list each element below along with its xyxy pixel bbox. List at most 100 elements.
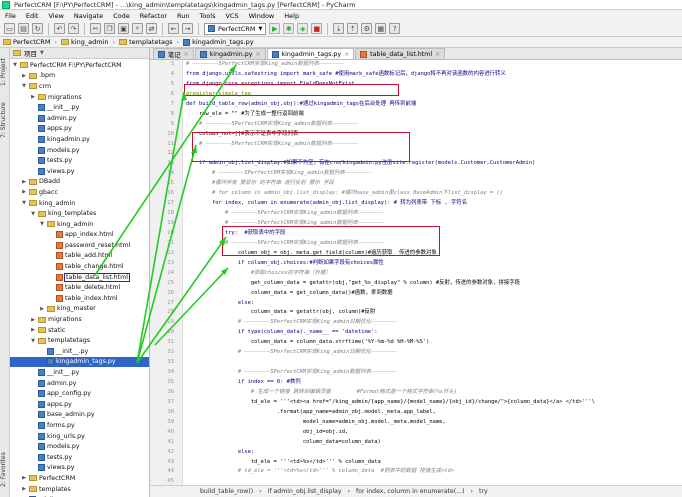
tree-item[interactable]: ▼ crm bbox=[10, 81, 149, 92]
expanded-arrow-icon[interactable]: ▼ bbox=[30, 211, 36, 217]
debug-icon[interactable]: ✱ bbox=[283, 23, 295, 34]
breadcrumb-scope[interactable]: if admin_obj.list_display bbox=[268, 488, 342, 495]
tree-item[interactable]: password_reset.html bbox=[10, 240, 149, 251]
breadcrumb-scope[interactable]: try bbox=[479, 488, 488, 495]
settings-icon[interactable]: ⚙ bbox=[361, 23, 373, 34]
tree-item[interactable]: base_admin.py bbox=[10, 410, 149, 421]
breadcrumb-scope[interactable]: build_table_row() bbox=[200, 488, 253, 495]
run-icon[interactable]: ▶ bbox=[269, 23, 281, 34]
tree-item[interactable]: apps.py bbox=[10, 124, 149, 135]
close-icon[interactable]: × bbox=[184, 51, 189, 58]
tree-item[interactable]: kingadmin.py bbox=[10, 134, 149, 145]
tree-item[interactable]: ▶ migrations bbox=[10, 314, 149, 325]
tree-item[interactable]: ▶ templates bbox=[10, 484, 149, 495]
save-all-icon[interactable]: ▤ bbox=[18, 23, 29, 34]
collapsed-arrow-icon[interactable]: ▶ bbox=[21, 475, 27, 481]
tree-item[interactable]: table_index.html bbox=[10, 293, 149, 304]
tree-item[interactable]: models.py bbox=[10, 441, 149, 452]
breadcrumb-scope[interactable]: for index, column in enumerate(...) bbox=[356, 488, 464, 495]
tree-item[interactable]: table_add.html bbox=[10, 251, 149, 262]
tree-item[interactable]: views.py bbox=[10, 463, 149, 474]
tree-item[interactable]: admin.py bbox=[10, 378, 149, 389]
tree-item[interactable]: ▶ DBadd bbox=[10, 177, 149, 188]
menu-item-vcs[interactable]: VCS bbox=[220, 12, 243, 20]
tree-item[interactable]: ▶ .bpm bbox=[10, 71, 149, 82]
tree-item[interactable]: ▶ king_master bbox=[10, 304, 149, 315]
menu-item-view[interactable]: View bbox=[43, 12, 68, 20]
tree-item[interactable]: __init__.py bbox=[10, 367, 149, 378]
tree-item[interactable]: kingadmin_tags.py bbox=[10, 356, 149, 368]
tree-item[interactable]: king_urls.py bbox=[10, 431, 149, 442]
menu-item-refactor[interactable]: Refactor bbox=[135, 12, 172, 20]
tree-item[interactable]: table_data_list.html bbox=[10, 272, 149, 283]
tree-item[interactable]: tests.py bbox=[10, 155, 149, 166]
cut-icon[interactable]: ✂ bbox=[90, 23, 101, 34]
help-icon[interactable]: ? bbox=[389, 23, 401, 34]
breadcrumb-item[interactable]: PerfectCRM › bbox=[3, 38, 61, 46]
breadcrumb-item[interactable]: king_admin › bbox=[61, 38, 119, 46]
stop-icon[interactable]: ■ bbox=[311, 23, 323, 34]
sync-icon[interactable]: ↻ bbox=[32, 23, 43, 34]
menu-item-run[interactable]: Run bbox=[172, 12, 194, 20]
collapsed-arrow-icon[interactable]: ▶ bbox=[21, 73, 27, 79]
tree-item[interactable]: __init__.py bbox=[10, 346, 149, 357]
tree-item[interactable]: admin.py bbox=[10, 113, 149, 124]
replace-icon[interactable]: ⇄ bbox=[146, 23, 157, 34]
close-icon[interactable]: × bbox=[255, 51, 260, 58]
editor-tab[interactable]: kingadmin.py × bbox=[194, 48, 266, 59]
collapsed-arrow-icon[interactable]: ▶ bbox=[21, 179, 27, 185]
tree-item[interactable]: models.py bbox=[10, 145, 149, 156]
tree-item[interactable]: ▼ king_admin bbox=[10, 219, 149, 230]
collapsed-arrow-icon[interactable]: ▶ bbox=[21, 486, 27, 492]
expanded-arrow-icon[interactable]: ▼ bbox=[30, 338, 36, 344]
menu-item-tools[interactable]: Tools bbox=[194, 12, 220, 20]
menu-item-help[interactable]: Help bbox=[279, 12, 304, 20]
code-view[interactable]: # ————————5PerfectCRM实现King_admin数据列表———… bbox=[184, 60, 682, 485]
expanded-arrow-icon[interactable]: ▼ bbox=[21, 200, 27, 206]
find-icon[interactable]: ⌕ bbox=[132, 23, 143, 34]
project-structure-icon[interactable]: ▦ bbox=[375, 23, 387, 34]
project-tool-tab[interactable]: 1: Project bbox=[0, 50, 10, 94]
redo-icon[interactable]: ↷ bbox=[68, 23, 79, 34]
tree-item[interactable]: ▼ PerfectCRM F:\PY\PerfectCRM bbox=[10, 60, 149, 71]
tree-item[interactable]: views.py bbox=[10, 166, 149, 177]
tree-item[interactable]: app_index.html bbox=[10, 230, 149, 241]
tree-item[interactable]: __init__.py bbox=[10, 102, 149, 113]
tree-item[interactable]: ▶ migrations bbox=[10, 92, 149, 103]
tree-item[interactable]: forms.py bbox=[10, 420, 149, 431]
expanded-arrow-icon[interactable]: ▼ bbox=[21, 83, 27, 89]
menu-item-navigate[interactable]: Navigate bbox=[69, 12, 108, 20]
expanded-arrow-icon[interactable]: ▼ bbox=[12, 62, 18, 68]
collapsed-arrow-icon[interactable]: ▶ bbox=[39, 306, 45, 312]
tree-item[interactable]: table_delete.html bbox=[10, 282, 149, 293]
expanded-arrow-icon[interactable]: ▼ bbox=[39, 221, 45, 227]
copy-icon[interactable]: ❐ bbox=[104, 23, 115, 34]
paste-icon[interactable]: ▣ bbox=[118, 23, 129, 34]
collapsed-arrow-icon[interactable]: ▶ bbox=[30, 327, 36, 333]
tree-item[interactable]: table_change.html bbox=[10, 261, 149, 272]
run-configuration-select[interactable]: PerfectCRM ▼ bbox=[204, 22, 267, 35]
editor-tab[interactable]: table_data_list.html × bbox=[355, 48, 446, 59]
collapsed-arrow-icon[interactable]: ▶ bbox=[30, 94, 36, 100]
menu-item-file[interactable]: File bbox=[0, 12, 21, 20]
structure-tool-tab[interactable]: 7: Structure bbox=[0, 98, 10, 142]
tree-item[interactable]: ▶ static bbox=[10, 325, 149, 336]
menu-item-edit[interactable]: Edit bbox=[21, 12, 44, 20]
menu-item-window[interactable]: Window bbox=[244, 12, 280, 20]
chevron-down-icon[interactable]: ▼ bbox=[40, 50, 44, 56]
close-icon[interactable]: × bbox=[344, 51, 349, 58]
undo-icon[interactable]: ↶ bbox=[54, 23, 65, 34]
editor-tab[interactable]: 笔记 × bbox=[153, 48, 194, 59]
close-icon[interactable]: × bbox=[435, 51, 440, 58]
tree-item[interactable]: ▶ PerfectCRM bbox=[10, 473, 149, 484]
back-icon[interactable]: ← bbox=[168, 23, 179, 34]
favorites-tool-tab[interactable]: 2: Favorites bbox=[0, 448, 10, 492]
tree-item[interactable]: apps.py bbox=[10, 399, 149, 410]
open-folder-icon[interactable]: ▭ bbox=[4, 23, 15, 34]
vcs-update-icon[interactable]: ⇣ bbox=[333, 23, 345, 34]
breadcrumb-item[interactable]: templatetags › bbox=[119, 38, 183, 46]
tree-item[interactable]: ▼ king_admin bbox=[10, 198, 149, 209]
menu-item-code[interactable]: Code bbox=[108, 12, 135, 20]
forward-icon[interactable]: → bbox=[182, 23, 193, 34]
tree-item[interactable]: ▶ gbacc bbox=[10, 187, 149, 198]
